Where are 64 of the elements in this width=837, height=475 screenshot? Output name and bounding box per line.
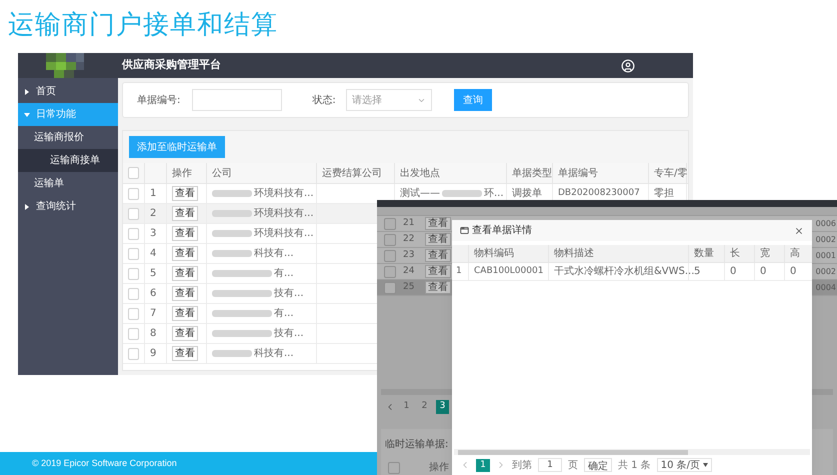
table-cell-text: 零担 (654, 187, 674, 201)
table-cell-text: 技有... (274, 326, 304, 341)
table-cell-text: 干式水冷螺杆冷水机组&VWS... (554, 264, 694, 279)
table-cell: 0002 (816, 234, 837, 246)
row-number: 2 (150, 207, 156, 221)
table-cell-text: 环境科技有... (254, 186, 314, 201)
column-header: 操作 (429, 461, 449, 475)
table-cell-text: 技有... (274, 286, 304, 301)
field-label: 单据编号: (137, 94, 180, 108)
column-header: 单据编号 (558, 166, 598, 180)
table-cell-text: 0 (760, 265, 766, 279)
table-cell-text: 环... (484, 187, 504, 201)
column-header: 宽 (760, 246, 770, 261)
platform-title: 供应商采购管理平台 (122, 57, 221, 74)
column-header: 运费结算公司 (322, 166, 382, 180)
row-number: 24 (403, 264, 416, 278)
table-cell-text: 测试—— (400, 186, 440, 201)
slide-title: 运输商门户接单和结算 (8, 9, 278, 42)
table-cell-text: 5 (694, 265, 700, 279)
table-cell-text: 0 (730, 265, 736, 279)
row-number: 8 (150, 327, 156, 341)
column-header: 物料编码 (474, 246, 514, 261)
table-cell-text: 有... (274, 267, 294, 281)
table-cell-text: 环境科技有... (254, 226, 314, 241)
table-cell-text: 科技有... (254, 346, 294, 361)
table-cell: 0006 (816, 218, 837, 230)
row-number: 4 (150, 247, 156, 261)
row-number: 6 (150, 287, 156, 301)
copyright-text: © 2019 Epicor Software Corporation (32, 456, 177, 470)
table-cell-text: CAB100L00001 (474, 264, 544, 278)
row-number: 7 (150, 307, 156, 321)
table-cell-text: 环境科技有... (254, 206, 314, 221)
column-header: 单据类型 (512, 166, 552, 180)
row-number: 21 (403, 216, 416, 230)
table-cell-text: 有... (274, 307, 294, 321)
table-cell: 0004 (816, 282, 837, 294)
column-header: 操作 (172, 166, 192, 180)
row-number: 3 (150, 227, 156, 241)
table-cell-text: DB202008230007 (558, 186, 640, 200)
table-cell: 0002 (816, 266, 837, 278)
row-number: 23 (403, 248, 416, 262)
column-header: 公司 (212, 166, 232, 180)
column-header: 长 (730, 246, 740, 261)
modal-title: 查看单据详情 (472, 224, 532, 238)
table-cell-text: 0 (790, 265, 796, 279)
column-header: 高 (790, 246, 800, 261)
row-number: 25 (403, 280, 416, 294)
column-header: 物料描述 (554, 246, 594, 261)
column-header: 出发地点 (400, 166, 440, 180)
goto-label: 到第 (512, 458, 532, 472)
section-label: 临时运输单据: (385, 438, 448, 452)
page-unit-label: 页 (568, 458, 578, 472)
row-number: 1 (456, 264, 462, 278)
table-cell-text: 调拨单 (512, 186, 542, 201)
row-number: 9 (150, 347, 156, 361)
field-label: 状态: (312, 94, 336, 108)
table-cell: 0001 (816, 250, 837, 262)
row-number: 5 (150, 267, 156, 281)
row-number: 22 (403, 232, 416, 246)
column-header: 专车/零 (654, 166, 688, 180)
total-count: 共 1 条 (618, 458, 651, 472)
table-cell-text: 科技有... (254, 246, 294, 261)
column-header: 数量 (694, 247, 714, 261)
row-number: 1 (150, 187, 156, 201)
